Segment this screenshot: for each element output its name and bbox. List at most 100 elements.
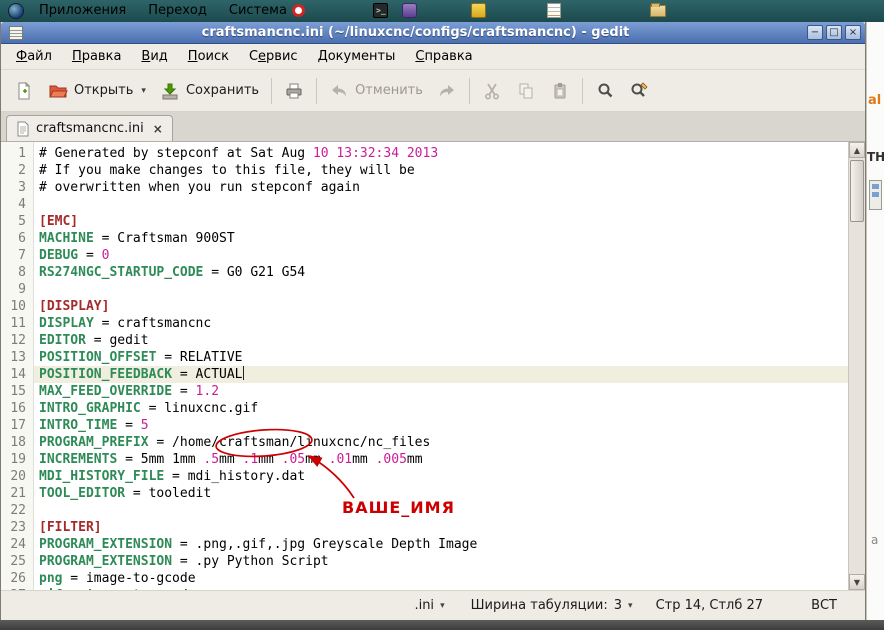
insert-mode-indicator: ВСТ xyxy=(811,598,837,613)
line-number: 15 xyxy=(10,384,26,399)
code-line-26[interactable]: png = image-to-gcode xyxy=(39,570,848,587)
code-line-14[interactable]: POSITION_FEEDBACK = ACTUAL xyxy=(34,366,848,383)
code-content[interactable]: # Generated by stepconf at Sat Aug 10 13… xyxy=(34,142,848,590)
code-line-13[interactable]: POSITION_OFFSET = RELATIVE xyxy=(39,349,848,366)
code-line-16[interactable]: INTRO_GRAPHIC = linuxcnc.gif xyxy=(39,400,848,417)
code-line-22[interactable] xyxy=(39,502,848,519)
print-icon xyxy=(286,83,302,98)
distro-menu-icon[interactable] xyxy=(8,3,24,19)
code-line-24[interactable]: PROGRAM_EXTENSION = .png,.gif,.jpg Greys… xyxy=(39,536,848,553)
code-line-3[interactable]: # overwritten when you run stepconf agai… xyxy=(39,179,848,196)
panel-menu-0[interactable]: Приложения xyxy=(28,0,137,22)
line-number: 4 xyxy=(18,197,26,212)
code-line-2[interactable]: # If you make changes to this file, they… xyxy=(39,162,848,179)
save-button[interactable]: Сохранить xyxy=(153,75,266,107)
window-titlebar[interactable]: craftsmancnc.ini (~/linuxcnc/configs/cra… xyxy=(1,22,865,44)
window-title: craftsmancnc.ini (~/linuxcnc/configs/cra… xyxy=(201,25,630,40)
menubar-item-2[interactable]: Вид xyxy=(131,46,177,67)
paste-icon xyxy=(554,82,566,98)
notes-launcher-icon[interactable] xyxy=(546,2,563,19)
editor-area: 1 2 3 4 5 6 7 8 9 10 11 12 13 14 15 16 17 18 19 20 21 22 23 24 2… xyxy=(1,142,865,590)
line-number: 9 xyxy=(18,282,26,297)
chevron-down-icon: ▾ xyxy=(440,600,445,611)
find-button[interactable] xyxy=(588,75,622,107)
line-number: 6 xyxy=(18,231,26,246)
menubar-item-0[interactable]: Файл xyxy=(6,46,62,67)
menubar-item-3[interactable]: Поиск xyxy=(178,46,239,67)
line-number: 22 xyxy=(10,503,26,518)
code-line-25[interactable]: PROGRAM_EXTENSION = .py Python Script xyxy=(39,553,848,570)
paste-button[interactable] xyxy=(543,75,577,107)
tab-width-value: 3 xyxy=(613,598,623,613)
menubar-item-6[interactable]: Справка xyxy=(405,46,482,67)
tab-width-dropdown[interactable]: Ширина табуляции: 3 ▾ xyxy=(466,596,638,615)
line-number: 7 xyxy=(18,248,26,263)
code-line-1[interactable]: # Generated by stepconf at Sat Aug 10 13… xyxy=(39,145,848,162)
code-line-15[interactable]: MAX_FEED_OVERRIDE = 1.2 xyxy=(39,383,848,400)
scrollbar-thumb[interactable] xyxy=(850,160,864,222)
code-line-19[interactable]: INCREMENTS = 5mm 1mm .5mm .1mm .05mm .01… xyxy=(39,451,848,468)
save-button-label: Сохранить xyxy=(185,83,260,98)
code-line-17[interactable]: INTRO_TIME = 5 xyxy=(39,417,848,434)
code-line-8[interactable]: RS274NGC_STARTUP_CODE = G0 G21 G54 xyxy=(39,264,848,281)
toolbar-separator xyxy=(581,77,583,104)
undo-button-label: Отменить xyxy=(355,83,423,98)
code-line-23[interactable]: [FILTER] xyxy=(39,519,848,536)
tab-craftsmancnc-ini[interactable]: craftsmancnc.ini × xyxy=(6,115,173,141)
line-number: 13 xyxy=(10,350,26,365)
terminal-launcher-icon[interactable]: >_ xyxy=(372,2,389,19)
maximize-button[interactable]: □ xyxy=(826,25,842,40)
opera-launcher-icon[interactable] xyxy=(290,2,307,19)
yellow-app-launcher-icon[interactable] xyxy=(470,2,487,19)
background-widget-fragment xyxy=(869,180,882,210)
code-line-21[interactable]: TOOL_EDITOR = tooledit xyxy=(39,485,848,502)
vertical-scrollbar[interactable]: ▲ ▼ xyxy=(848,142,865,590)
print-button[interactable] xyxy=(277,75,311,107)
line-number: 3 xyxy=(18,180,26,195)
panel-menu-2[interactable]: Система xyxy=(218,0,298,22)
scroll-up-icon[interactable]: ▲ xyxy=(849,142,865,158)
tab-bar: craftsmancnc.ini × xyxy=(1,112,865,142)
filetype-dropdown[interactable]: .ini ▾ xyxy=(409,596,449,615)
code-line-5[interactable]: [EMC] xyxy=(39,213,848,230)
open-folder-icon xyxy=(49,85,68,97)
new-document-button[interactable] xyxy=(7,75,41,107)
menubar-item-1[interactable]: Правка xyxy=(62,46,131,67)
code-line-11[interactable]: DISPLAY = craftsmancnc xyxy=(39,315,848,332)
chevron-down-icon[interactable]: ▾ xyxy=(141,86,146,96)
panel-menu-1[interactable]: Переход xyxy=(137,0,218,22)
undo-button[interactable]: Отменить xyxy=(322,75,430,107)
close-button[interactable]: × xyxy=(845,25,861,40)
cut-button[interactable] xyxy=(475,75,509,107)
copy-button[interactable] xyxy=(509,75,543,107)
code-line-10[interactable]: [DISPLAY] xyxy=(39,298,848,315)
menubar-item-4[interactable]: Сервис xyxy=(239,46,308,67)
open-button-label: Открыть xyxy=(74,83,134,98)
redo-icon xyxy=(439,84,454,96)
code-line-18[interactable]: PROGRAM_PREFIX = /home/craftsman/linuxcn… xyxy=(39,434,848,451)
code-line-7[interactable]: DEBUG = 0 xyxy=(39,247,848,264)
background-text-fragment: a xyxy=(871,533,879,547)
line-number: 18 xyxy=(10,435,26,450)
toolbar-separator xyxy=(468,77,470,104)
minimize-button[interactable]: − xyxy=(807,25,823,40)
scroll-down-icon[interactable]: ▼ xyxy=(849,574,865,590)
code-line-20[interactable]: MDI_HISTORY_FILE = mdi_history.dat xyxy=(39,468,848,485)
code-line-27[interactable]: gif = image-to-gcode xyxy=(39,587,848,590)
menubar-item-5[interactable]: Документы xyxy=(308,46,406,67)
code-line-6[interactable]: MACHINE = Craftsman 900ST xyxy=(39,230,848,247)
undo-icon xyxy=(332,84,347,96)
replace-button[interactable] xyxy=(622,75,656,107)
folder-launcher-icon[interactable] xyxy=(649,2,666,19)
tab-close-icon[interactable]: × xyxy=(153,122,163,136)
code-line-9[interactable] xyxy=(39,281,848,298)
background-window[interactable]: al TH a xyxy=(866,22,884,620)
purple-app-launcher-icon[interactable] xyxy=(401,2,418,19)
text-cursor xyxy=(242,366,244,380)
code-line-4[interactable] xyxy=(39,196,848,213)
tab-width-label: Ширина табуляции: xyxy=(470,598,608,613)
redo-button[interactable] xyxy=(430,75,464,107)
code-line-12[interactable]: EDITOR = gedit xyxy=(39,332,848,349)
open-button[interactable]: Открыть ▾ xyxy=(41,75,153,107)
line-number: 1 xyxy=(18,146,26,161)
